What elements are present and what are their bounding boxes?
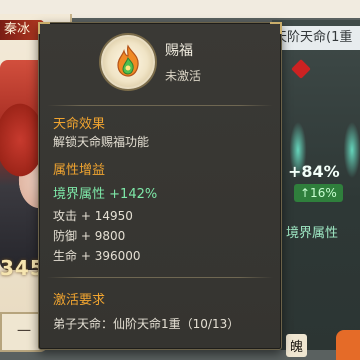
effect-section-title: 天命效果 [53,117,106,132]
stat-label: 生命 [53,249,78,263]
corner-button[interactable] [336,330,360,360]
realm-attribute-label: 境界属性 [286,226,339,241]
skill-name: 赐福 [165,43,193,59]
stat-value: + 9800 [80,229,126,243]
stat-value: + 14950 [80,209,133,223]
stat-row-defense: 防御 + 9800 [53,227,125,244]
stat-label: 攻击 [53,209,78,223]
skill-status: 未激活 [165,69,202,83]
requirement-text: 弟子天命：仙阶天命1重（10/13） [53,317,240,331]
blessing-tooltip-panel: 赐福 未激活 天命效果 解锁天命赐福功能 属性增益 境界属性 +142% 攻击 … [38,22,282,350]
effect-description: 解锁天命赐福功能 [53,135,150,149]
stat-label: 防御 [53,229,78,243]
divider [47,105,273,106]
stat-value: + 396000 [80,249,141,263]
right-bottom-label: 魄 [286,334,308,357]
realm-attribute-bonus: 境界属性 +142% [53,183,157,202]
flame-blessing-icon [101,35,155,89]
destiny-banner: 天阶天命(1重 [272,26,360,50]
stat-row-attack: 攻击 + 14950 [53,207,133,224]
bonus-section-title: 属性增益 [53,163,106,178]
realm-attribute-name: 境界属性 [53,187,106,202]
destiny-stat-value: +84% [288,162,340,181]
divider [47,277,273,278]
stat-row-hp: 生命 + 396000 [53,247,141,264]
realm-attribute-value: +142% [109,187,158,202]
stat-increase-badge: ↑16% [294,184,343,202]
requirement-section-title: 激活要求 [53,293,106,308]
